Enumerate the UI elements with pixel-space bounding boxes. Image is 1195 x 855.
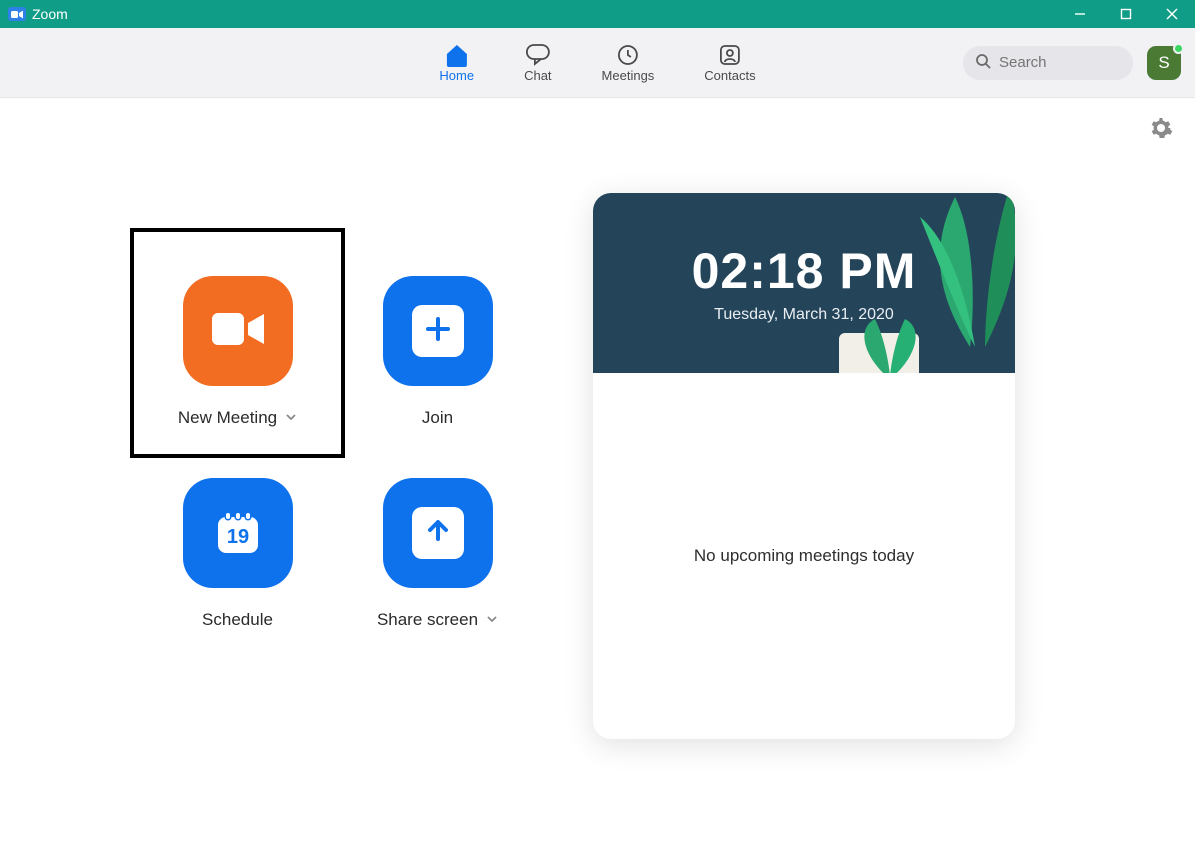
- main-toolbar: Home Chat Meetings Contacts: [0, 28, 1195, 98]
- calendar-day: 19: [226, 526, 248, 548]
- contacts-icon: [718, 42, 742, 68]
- tile-schedule: 19 Schedule: [130, 458, 345, 658]
- close-button[interactable]: [1149, 0, 1195, 28]
- search-icon: [975, 53, 991, 73]
- nav-tabs: Home Chat Meetings Contacts: [439, 42, 755, 83]
- tile-share-screen: Share screen: [345, 458, 530, 658]
- join-button[interactable]: [383, 276, 493, 386]
- tab-meetings[interactable]: Meetings: [602, 42, 655, 83]
- plant-decoration-icon: [915, 193, 1015, 347]
- zoom-app-icon: [8, 7, 26, 21]
- chevron-down-icon[interactable]: [486, 610, 498, 630]
- tile-join: Join: [345, 228, 530, 458]
- tab-home[interactable]: Home: [439, 42, 474, 83]
- join-label: Join: [422, 408, 453, 428]
- window-controls: [1057, 0, 1195, 28]
- presence-indicator: [1173, 43, 1184, 54]
- calendar-icon: 19: [208, 501, 268, 566]
- avatar[interactable]: S: [1147, 46, 1181, 80]
- no-meetings-text: No upcoming meetings today: [694, 546, 914, 566]
- new-meeting-label: New Meeting: [178, 408, 277, 428]
- maximize-button[interactable]: [1103, 0, 1149, 28]
- tab-label: Contacts: [704, 68, 755, 83]
- schedule-label: Schedule: [202, 610, 273, 630]
- tab-label: Chat: [524, 68, 551, 83]
- settings-button[interactable]: [1149, 116, 1173, 145]
- window-title: Zoom: [32, 6, 68, 22]
- home-icon: [444, 42, 470, 68]
- share-screen-button[interactable]: [383, 478, 493, 588]
- card-hero: 02:18 PM Tuesday, March 31, 2020: [593, 193, 1015, 373]
- tab-chat[interactable]: Chat: [524, 42, 551, 83]
- search-box[interactable]: [963, 46, 1133, 80]
- share-screen-label: Share screen: [377, 610, 478, 630]
- chat-icon: [525, 42, 551, 68]
- clock-time: 02:18 PM: [692, 242, 917, 300]
- arrow-up-icon: [424, 517, 452, 550]
- chevron-down-icon[interactable]: [285, 408, 297, 428]
- schedule-button[interactable]: 19: [183, 478, 293, 588]
- plant-decoration-icon: [855, 319, 925, 373]
- video-icon: [208, 307, 268, 356]
- tab-label: Meetings: [602, 68, 655, 83]
- tab-label: Home: [439, 68, 474, 83]
- upcoming-card: 02:18 PM Tuesday, March 31, 2020 No upco…: [593, 193, 1015, 739]
- search-input[interactable]: [999, 54, 1121, 71]
- new-meeting-button[interactable]: [183, 276, 293, 386]
- content-area: New Meeting Join: [0, 98, 1195, 855]
- plus-icon: [423, 314, 453, 349]
- action-grid: New Meeting Join: [130, 228, 530, 658]
- clock-icon: [616, 42, 640, 68]
- tile-new-meeting: New Meeting: [130, 228, 345, 458]
- minimize-button[interactable]: [1057, 0, 1103, 28]
- title-bar: Zoom: [0, 0, 1195, 28]
- card-body: No upcoming meetings today: [593, 373, 1015, 739]
- avatar-initial: S: [1158, 53, 1169, 73]
- tab-contacts[interactable]: Contacts: [704, 42, 755, 83]
